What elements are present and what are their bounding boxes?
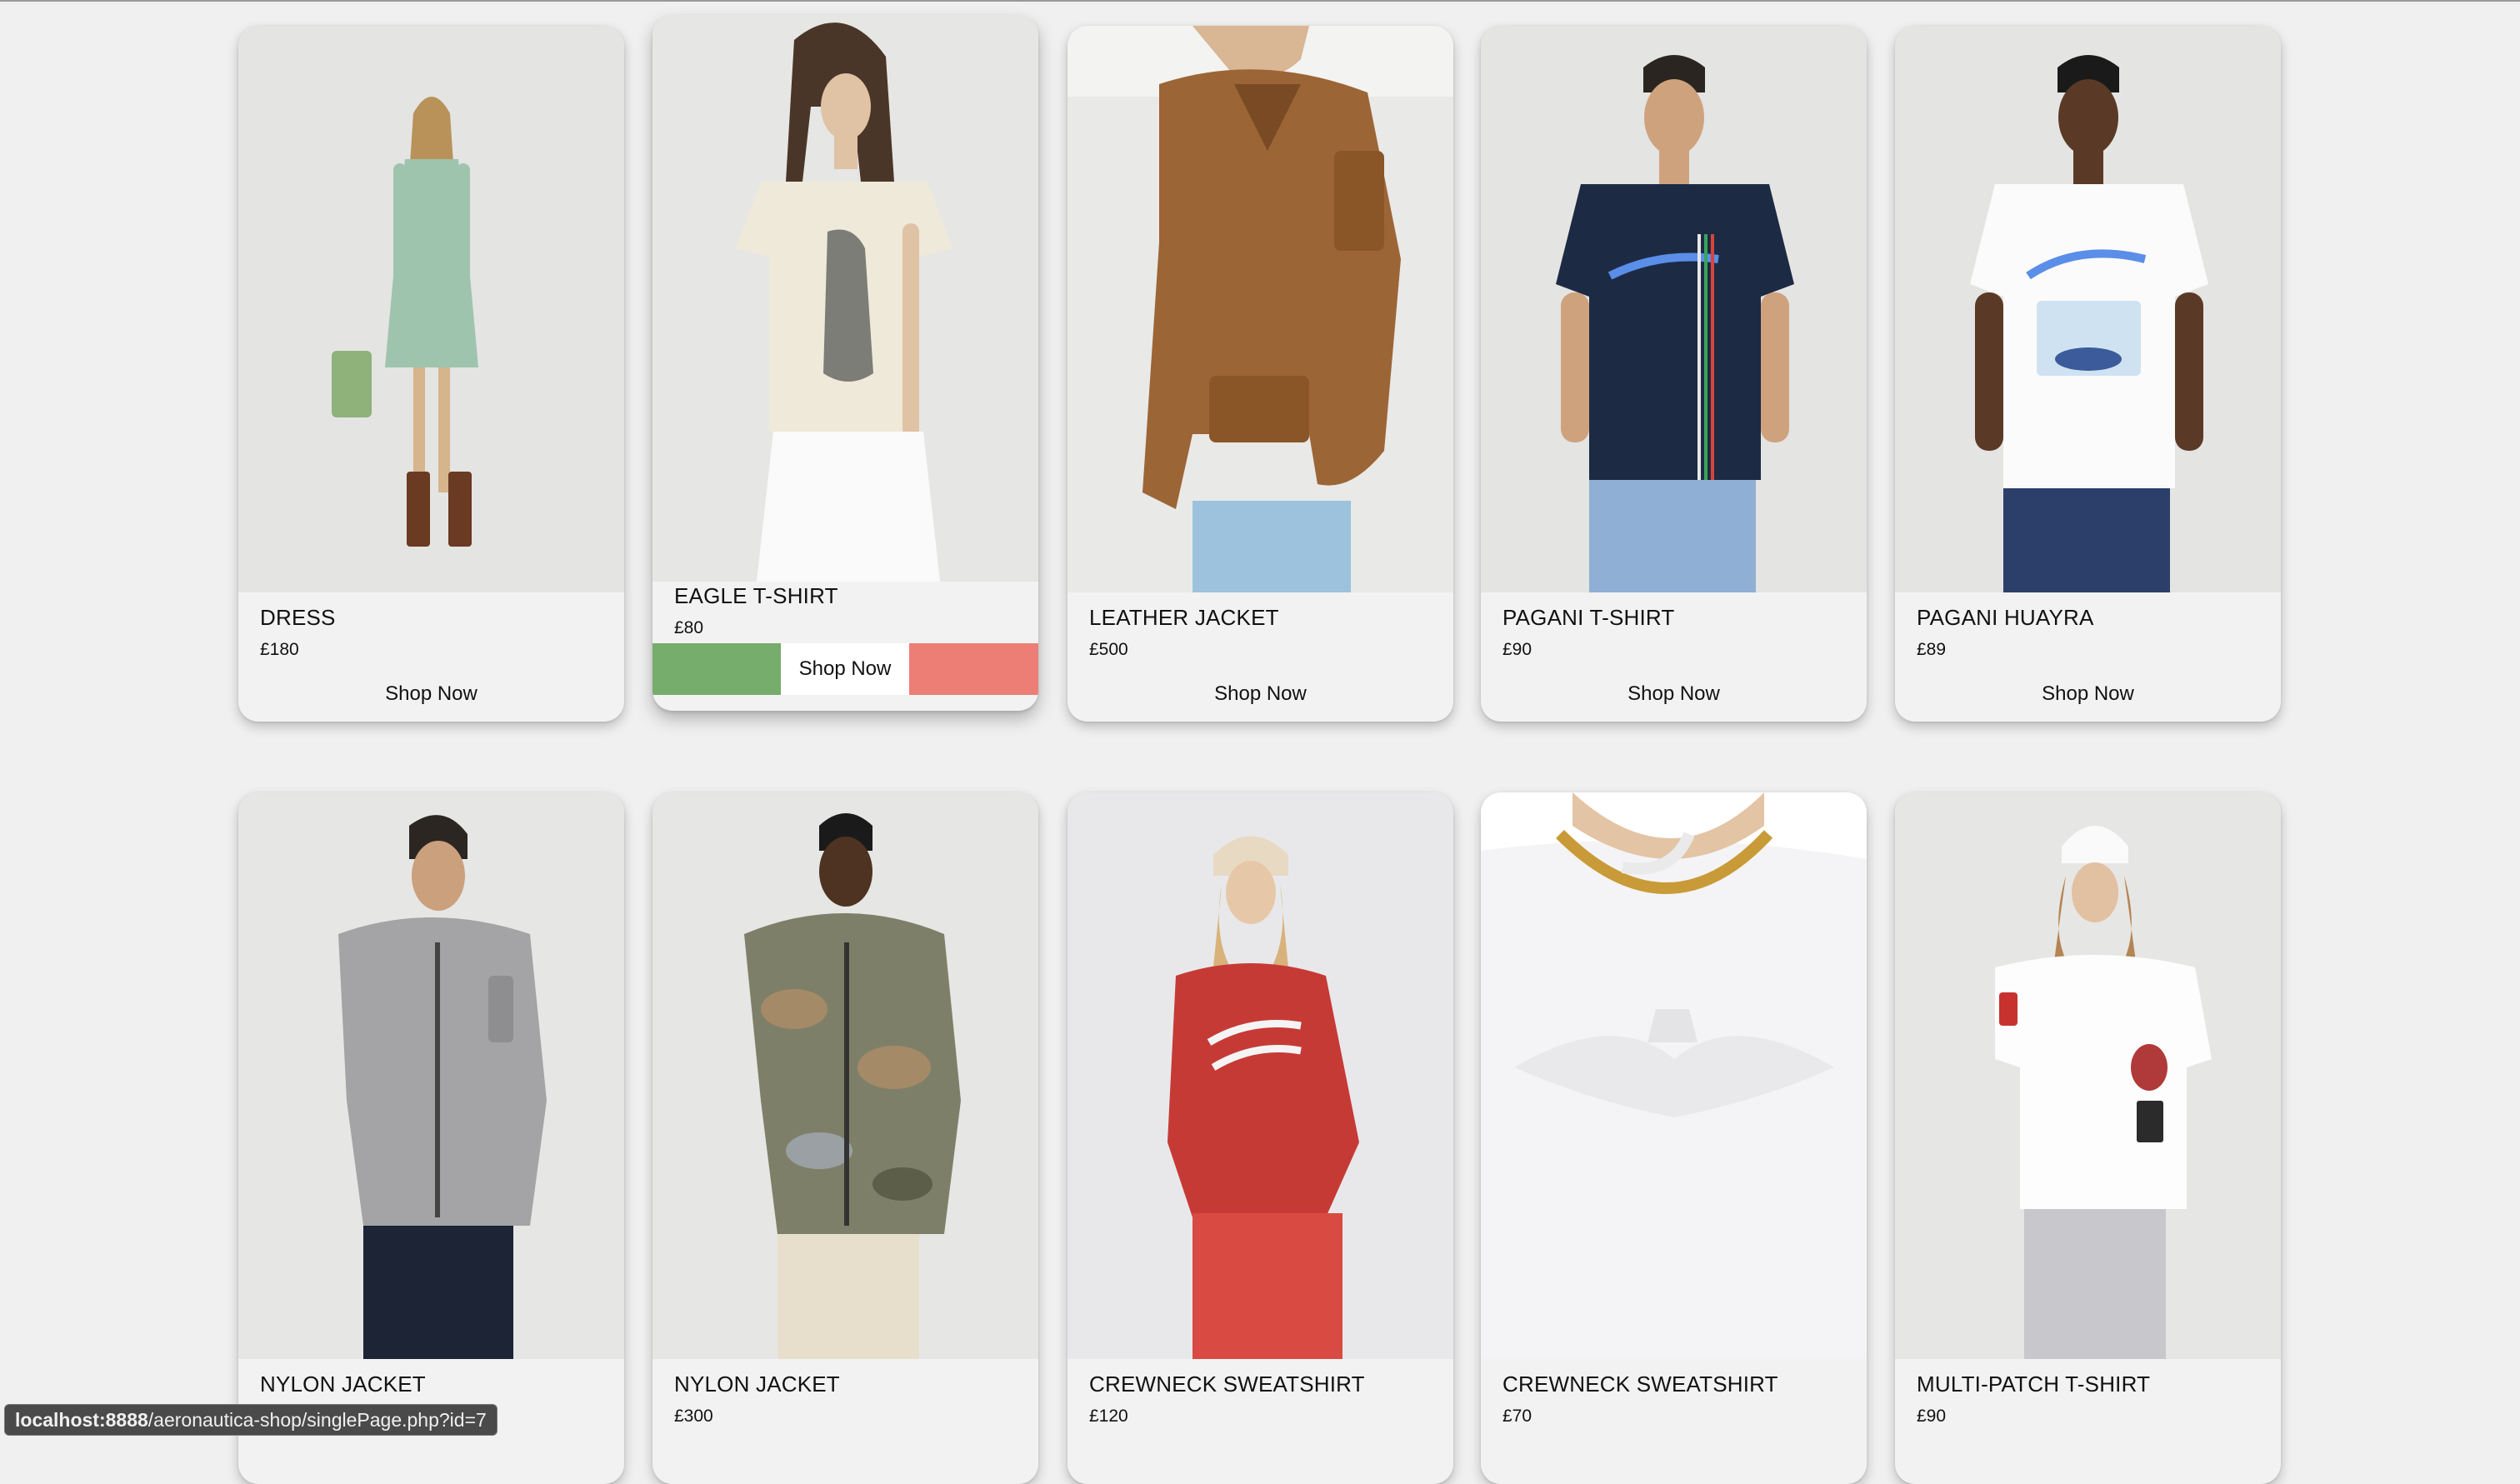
product-name: NYLON JACKET xyxy=(674,1372,840,1397)
woman-white-sweatshirt-icon xyxy=(1481,792,1867,1359)
window-top-border xyxy=(0,0,2520,2)
product-name: NYLON JACKET xyxy=(260,1372,426,1397)
shop-now-button[interactable]: Shop Now xyxy=(1481,680,1867,722)
man-white-huayra-tshirt-icon xyxy=(1895,26,2281,592)
product-card[interactable]: NYLON JACKET £300 xyxy=(652,792,1038,1484)
product-image[interactable] xyxy=(238,26,624,592)
product-card[interactable]: LEATHER JACKET £500 Shop Now xyxy=(1068,26,1453,722)
product-card[interactable]: PAGANI T-SHIRT £90 Shop Now xyxy=(1481,26,1867,722)
woman-white-patch-tshirt-icon xyxy=(1895,792,2281,1359)
product-image[interactable] xyxy=(1481,26,1867,592)
product-name: PAGANI HUAYRA xyxy=(1917,605,2094,630)
product-image[interactable] xyxy=(238,792,624,1359)
product-name: EAGLE T-SHIRT xyxy=(674,583,838,608)
status-path: /aeronautica-shop/singlePage.php?id=7 xyxy=(148,1409,487,1431)
hover-red-segment xyxy=(909,643,1038,695)
woman-cream-eagle-tshirt-icon xyxy=(652,15,1038,582)
product-card-hovered[interactable]: EAGLE T-SHIRT £80 Shop Now xyxy=(652,15,1038,711)
woman-brown-leather-jacket-icon xyxy=(1068,26,1453,592)
product-name: PAGANI T-SHIRT xyxy=(1502,605,1675,630)
product-price: £90 xyxy=(1502,640,1532,659)
product-card[interactable]: NYLON JACKET xyxy=(238,792,624,1484)
hover-green-segment xyxy=(652,643,781,695)
link-status-bar: localhost:8888/aeronautica-shop/singlePa… xyxy=(4,1404,498,1436)
product-name: DRESS xyxy=(260,605,336,630)
product-image[interactable] xyxy=(1068,792,1453,1359)
status-host: localhost:8888 xyxy=(15,1409,148,1431)
shop-now-button[interactable]: Shop Now xyxy=(1895,680,2281,722)
product-name: LEATHER JACKET xyxy=(1089,605,1279,630)
shop-now-button[interactable]: Shop Now xyxy=(238,680,624,722)
product-price: £300 xyxy=(674,1407,713,1426)
shop-now-button[interactable]: Shop Now xyxy=(1068,680,1453,722)
product-name: MULTI-PATCH T-SHIRT xyxy=(1917,1372,2151,1397)
product-card[interactable]: CREWNECK SWEATSHIRT £70 xyxy=(1481,792,1867,1484)
product-name: CREWNECK SWEATSHIRT xyxy=(1502,1372,1778,1397)
product-card[interactable]: DRESS £180 Shop Now xyxy=(238,26,624,722)
product-price: £70 xyxy=(1502,1407,1532,1426)
product-price: £89 xyxy=(1917,640,1947,659)
product-card[interactable]: MULTI-PATCH T-SHIRT £90 xyxy=(1895,792,2281,1484)
woman-red-sweatshirt-icon xyxy=(1068,792,1453,1359)
product-price: £120 xyxy=(1089,1407,1128,1426)
shop-now-button[interactable]: Shop Now xyxy=(781,643,909,695)
product-image[interactable] xyxy=(1895,26,2281,592)
product-price: £180 xyxy=(260,640,299,659)
man-grey-nylon-jacket-icon xyxy=(238,792,624,1359)
product-price: £90 xyxy=(1917,1407,1947,1426)
man-camo-nylon-jacket-icon xyxy=(652,792,1038,1359)
product-image[interactable] xyxy=(1895,792,2281,1359)
product-image[interactable] xyxy=(652,15,1038,582)
product-card[interactable]: CREWNECK SWEATSHIRT £120 xyxy=(1068,792,1453,1484)
man-navy-pagani-tshirt-icon xyxy=(1481,26,1867,592)
product-image[interactable] xyxy=(1068,26,1453,592)
woman-green-shirt-dress-icon xyxy=(238,26,624,592)
product-name: CREWNECK SWEATSHIRT xyxy=(1089,1372,1365,1397)
product-image[interactable] xyxy=(652,792,1038,1359)
product-image[interactable] xyxy=(1481,792,1867,1359)
product-price: £80 xyxy=(674,618,704,637)
product-card[interactable]: PAGANI HUAYRA £89 Shop Now xyxy=(1895,26,2281,722)
product-price: £500 xyxy=(1089,640,1128,659)
hover-action-bar: Shop Now xyxy=(652,643,1038,695)
